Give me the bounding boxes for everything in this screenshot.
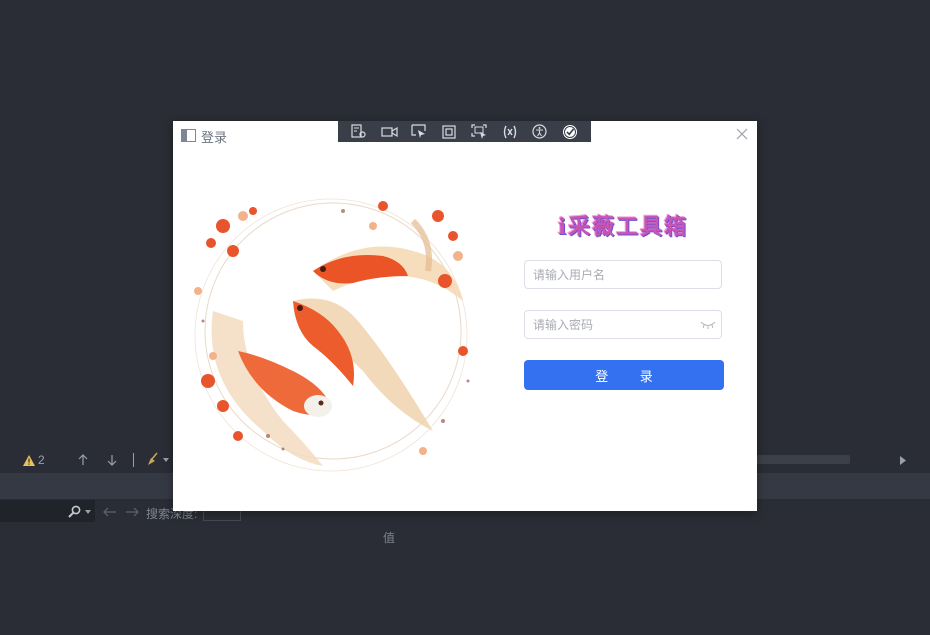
chevron-down-icon[interactable] (162, 453, 170, 467)
dialog-title: 登录 (201, 130, 228, 145)
chevron-right-icon[interactable] (896, 453, 910, 467)
password-input[interactable] (525, 317, 700, 332)
devtools-toolbar (338, 121, 591, 142)
eye-closed-icon[interactable] (699, 318, 717, 332)
close-button[interactable] (733, 125, 751, 143)
warning-count: 2 (38, 453, 45, 467)
screenshot-icon[interactable] (471, 124, 489, 140)
horizontal-scrollbar[interactable] (757, 455, 850, 464)
toolbar-divider (133, 453, 134, 467)
back-arrow-icon[interactable] (102, 505, 118, 519)
login-button[interactable]: 登 录 (524, 360, 724, 390)
login-dialog: 登录 i采薇工具箱 请输入用户名 登 录 (173, 121, 757, 511)
check-circle-icon[interactable] (561, 124, 579, 140)
settings-icon[interactable] (350, 124, 368, 140)
select-pointer-icon[interactable] (410, 124, 428, 140)
koi-fish-illustration (183, 181, 478, 481)
broom-icon[interactable] (146, 452, 160, 466)
video-icon[interactable] (380, 124, 398, 140)
username-field[interactable] (524, 260, 722, 289)
username-input[interactable] (525, 267, 721, 282)
window-icon (181, 129, 196, 142)
arrow-up-icon[interactable] (76, 453, 90, 467)
warning-icon[interactable] (22, 453, 36, 467)
brand-title: i采薇工具箱 (557, 214, 689, 240)
password-field[interactable] (524, 310, 722, 339)
layout-icon[interactable] (501, 124, 519, 140)
arrow-down-icon[interactable] (105, 453, 119, 467)
search-icon[interactable] (67, 504, 81, 518)
close-icon (736, 128, 748, 140)
accessibility-icon[interactable] (531, 124, 549, 140)
frame-icon[interactable] (440, 124, 458, 140)
search-options-icon[interactable] (84, 505, 92, 519)
forward-arrow-icon[interactable] (124, 505, 140, 519)
value-column-header: 值 (383, 531, 396, 545)
